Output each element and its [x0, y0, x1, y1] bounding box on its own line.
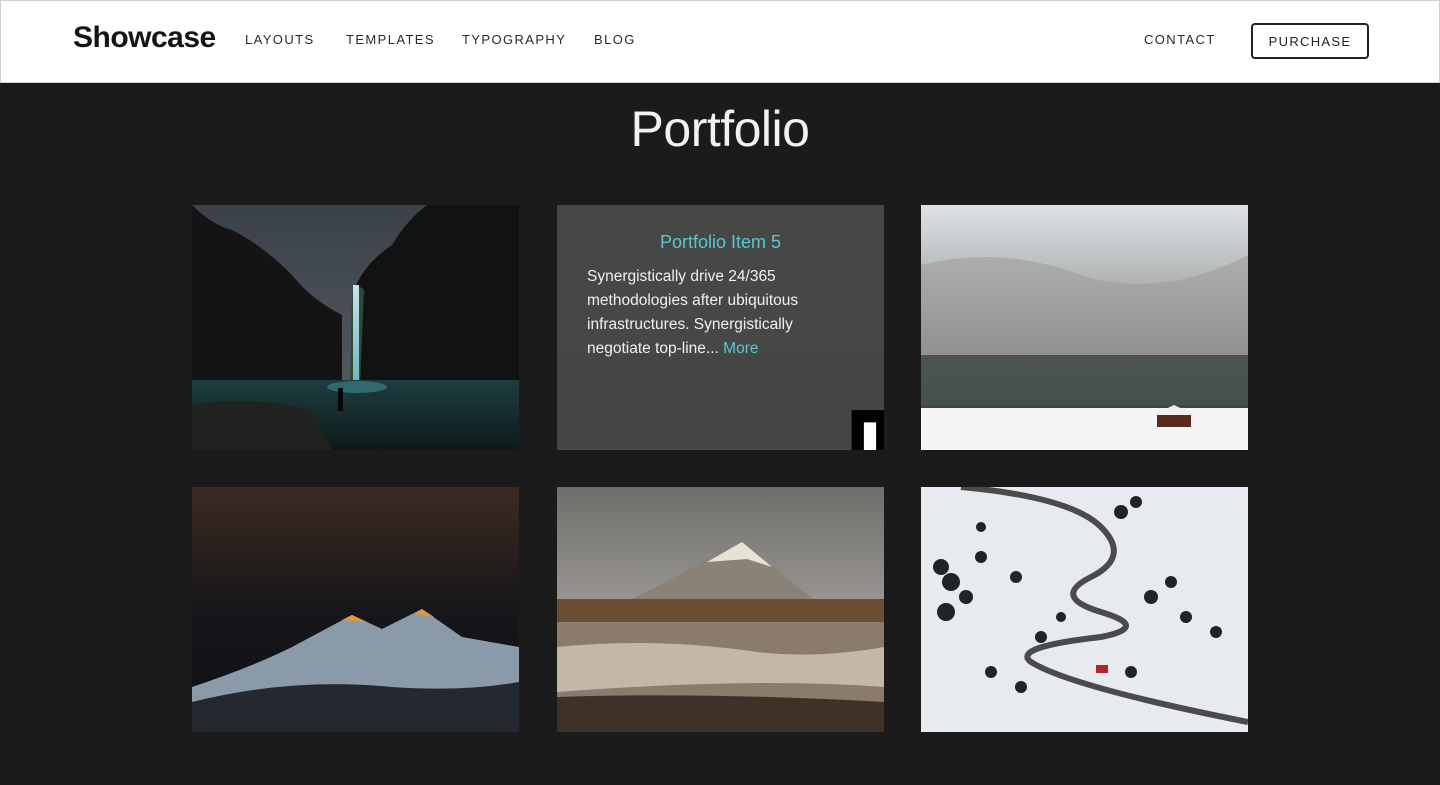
portfolio-item-winding-road[interactable] [921, 487, 1248, 732]
portfolio-item-description-text: Synergistically drive 24/365 methodologi… [587, 268, 799, 357]
portfolio-item-5[interactable]: Portfolio Item 5 Synergistically drive 2… [557, 205, 884, 450]
logo[interactable]: Showcase [73, 21, 216, 55]
portfolio-item-title[interactable]: Portfolio Item 5 [587, 232, 854, 253]
portfolio-item-description: Synergistically drive 24/365 methodologi… [587, 265, 837, 361]
site-header: Showcase LAYOUTS TEMPLATES TYPOGRAPHY BL… [0, 0, 1440, 83]
nav-link-templates[interactable]: TEMPLATES [346, 32, 435, 47]
winding-road-photo [921, 487, 1248, 732]
nav-link-contact[interactable]: CONTACT [1144, 32, 1216, 47]
portfolio-item-dusk-mountain[interactable] [192, 487, 519, 732]
peak-river-photo [557, 487, 884, 732]
nav-link-layouts[interactable]: LAYOUTS [245, 32, 315, 47]
nav-link-typography[interactable]: TYPOGRAPHY [462, 32, 566, 47]
dusk-mountain-photo [192, 487, 519, 732]
portfolio-item-snowy-cabin[interactable] [921, 205, 1248, 450]
purchase-button[interactable]: PURCHASE [1251, 23, 1369, 59]
snowy-cabin-photo [921, 205, 1248, 450]
portfolio-item-waterfall[interactable] [192, 205, 519, 450]
more-link[interactable]: More [723, 340, 758, 357]
hand-cursor-icon [851, 410, 884, 450]
portfolio-item-peak-river[interactable] [557, 487, 884, 732]
nav-link-blog[interactable]: BLOG [594, 32, 636, 47]
waterfall-photo [192, 205, 519, 450]
page-title: Portfolio [630, 101, 810, 157]
